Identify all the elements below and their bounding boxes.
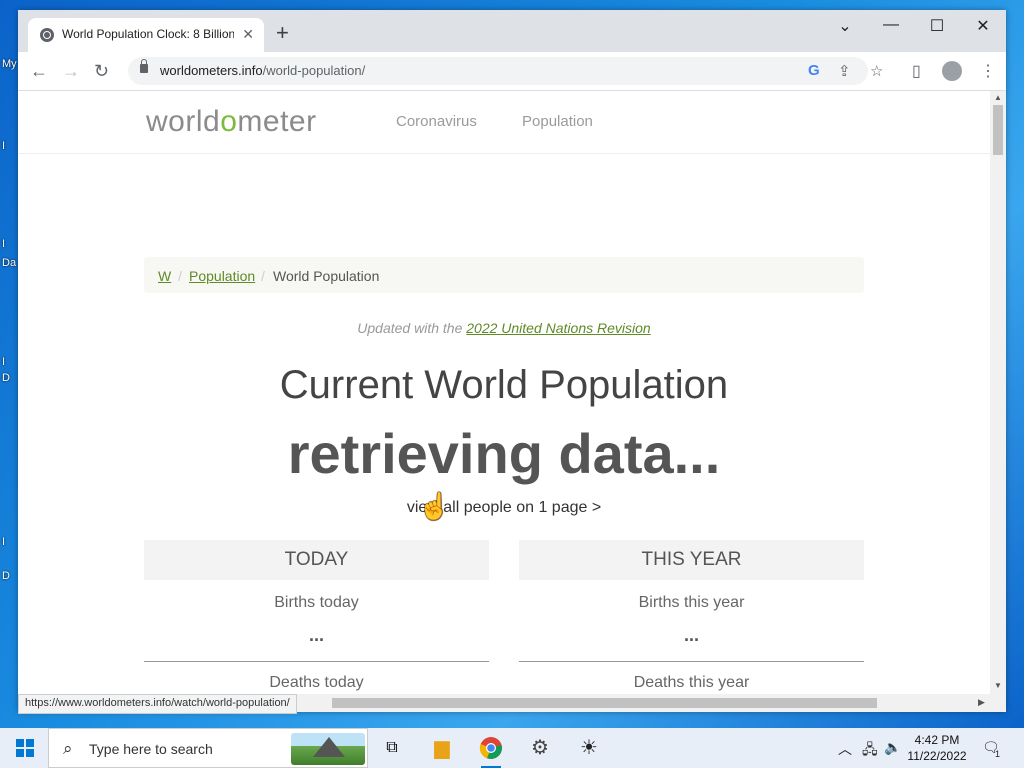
windows-start-icon[interactable] [16, 739, 34, 757]
tab-close-icon[interactable]: ✕ [242, 26, 254, 43]
side-panel-icon[interactable]: ▯ [912, 61, 921, 81]
breadcrumb-home[interactable]: W [158, 268, 171, 284]
site-header: worldometer Coronavirus Population [18, 91, 990, 154]
new-tab-button[interactable]: + [276, 22, 289, 44]
vertical-scrollbar[interactable]: ▲ ▼ [990, 91, 1006, 694]
desktop-icon-label[interactable]: I [2, 140, 5, 152]
view-all-link[interactable]: view all people on 1 page > [18, 499, 990, 517]
desktop-icon-label[interactable]: D [2, 372, 10, 384]
lock-icon[interactable] [140, 59, 148, 73]
desktop-icon-label[interactable]: I [2, 238, 5, 250]
page-viewport: worldometer Coronavirus Population W / P… [18, 91, 990, 694]
globe-icon [40, 28, 54, 42]
scroll-up-arrow-icon[interactable]: ▲ [994, 93, 1002, 102]
menu-kebab-icon[interactable]: ⋮ [980, 61, 996, 81]
scroll-down-arrow-icon[interactable]: ▼ [994, 681, 1002, 690]
tray-chevron-up-icon[interactable]: ︿ [838, 739, 852, 759]
desktop-icon-label[interactable]: Da [2, 257, 16, 269]
bookmark-star-icon[interactable]: ☆ [870, 62, 883, 80]
births-this-year-value: ... [683, 625, 699, 645]
forward-arrow-icon[interactable]: → [62, 61, 80, 82]
divider [144, 661, 489, 662]
hand-cursor-icon: ☝ [418, 491, 451, 521]
breadcrumb: W / Population / World Population [144, 257, 864, 293]
taskbar-search-placeholder: Type here to search [89, 741, 213, 757]
breadcrumb-population[interactable]: Population [189, 268, 255, 284]
breadcrumb-current: World Population [273, 268, 380, 284]
taskbar-clock[interactable]: 4:42 PM 11/22/2022 [906, 732, 968, 764]
breadcrumb-separator: / [178, 268, 182, 284]
chrome-icon[interactable] [479, 736, 503, 768]
tab-search-chevron-icon[interactable]: ⌄ [830, 16, 860, 36]
population-counter: retrieving data... [287, 422, 721, 485]
share-icon[interactable]: ⇪ [838, 62, 851, 80]
tab-title: World Population Clock: 8 Billion [62, 27, 234, 41]
google-lens-icon[interactable]: G [808, 62, 820, 79]
births-today-value: ... [308, 625, 324, 645]
status-bar-url: https://www.worldometers.info/watch/worl… [18, 694, 297, 714]
search-icon: ⌕ [63, 739, 73, 758]
horizontal-scrollbar[interactable]: ▶ https://www.worldometers.info/watch/wo… [18, 694, 1006, 714]
browser-tab[interactable]: World Population Clock: 8 Billion ✕ [28, 18, 264, 52]
chrome-logo-icon [479, 737, 502, 759]
desktop-icon-label[interactable]: I [2, 536, 5, 548]
notification-count: 1 [995, 749, 1001, 759]
address-url[interactable]: worldometers.info/world-population/ [160, 63, 365, 78]
clock-time: 4:42 PM [914, 733, 960, 747]
back-arrow-icon[interactable]: ← [30, 61, 48, 82]
task-view-icon[interactable]: ⧉ [380, 736, 404, 760]
profile-avatar-icon[interactable] [942, 61, 962, 81]
deaths-this-year-label: Deaths this year [633, 674, 750, 691]
un-revision-link[interactable]: 2022 United Nations Revision [466, 320, 650, 336]
today-header: TODAY [144, 540, 489, 580]
tab-strip: World Population Clock: 8 Billion ✕ + ⌄ … [18, 10, 1006, 52]
network-icon[interactable]: 🖧 [862, 739, 878, 763]
births-today-label: Births today [274, 594, 359, 611]
maximize-button[interactable]: ☐ [922, 16, 952, 36]
taskbar-search[interactable]: ⌕ Type here to search [48, 728, 368, 768]
desktop-icon-label[interactable]: I [2, 356, 5, 368]
updated-note: Updated with the 2022 United Nations Rev… [357, 320, 651, 336]
divider [519, 661, 864, 662]
close-window-button[interactable]: ✕ [968, 16, 998, 36]
births-this-year-label: Births this year [638, 594, 745, 611]
minimize-button[interactable]: — [876, 16, 906, 34]
taskbar: ⌕ Type here to search ⧉ ▆ ⚙ ☀ ︿ 🖧 🔈 4:42… [0, 728, 1024, 768]
deaths-today-label: Deaths today [269, 674, 364, 691]
brightness-sun-icon[interactable]: ☀ [577, 736, 601, 760]
page-title: Current World Population [279, 363, 729, 407]
search-highlight-image [291, 733, 365, 765]
reload-icon[interactable]: ↻ [94, 61, 109, 82]
nav-population[interactable]: Population [522, 113, 593, 130]
address-bar[interactable]: worldometers.info/world-population/ G ⇪ … [128, 57, 883, 85]
desktop-icon-label[interactable]: D [2, 570, 10, 582]
volume-icon[interactable]: 🔈 [884, 739, 901, 756]
horizontal-scrollbar-thumb[interactable] [332, 698, 877, 708]
scrollbar-thumb[interactable] [993, 105, 1003, 155]
settings-gear-icon[interactable]: ⚙ [528, 736, 552, 760]
clock-date: 11/22/2022 [907, 749, 967, 763]
breadcrumb-separator: / [261, 268, 265, 284]
desktop-icon-label[interactable]: My [2, 58, 17, 70]
browser-window: World Population Clock: 8 Billion ✕ + ⌄ … [18, 10, 1006, 714]
worldometer-logo[interactable]: worldometer [146, 105, 317, 139]
this-year-header: THIS YEAR [519, 540, 864, 580]
browser-toolbar: ← → ↻ worldometers.info/world-population… [18, 52, 1006, 91]
file-explorer-icon[interactable]: ▆ [430, 736, 454, 760]
nav-coronavirus[interactable]: Coronavirus [396, 113, 477, 130]
scroll-right-arrow-icon[interactable]: ▶ [978, 697, 985, 708]
